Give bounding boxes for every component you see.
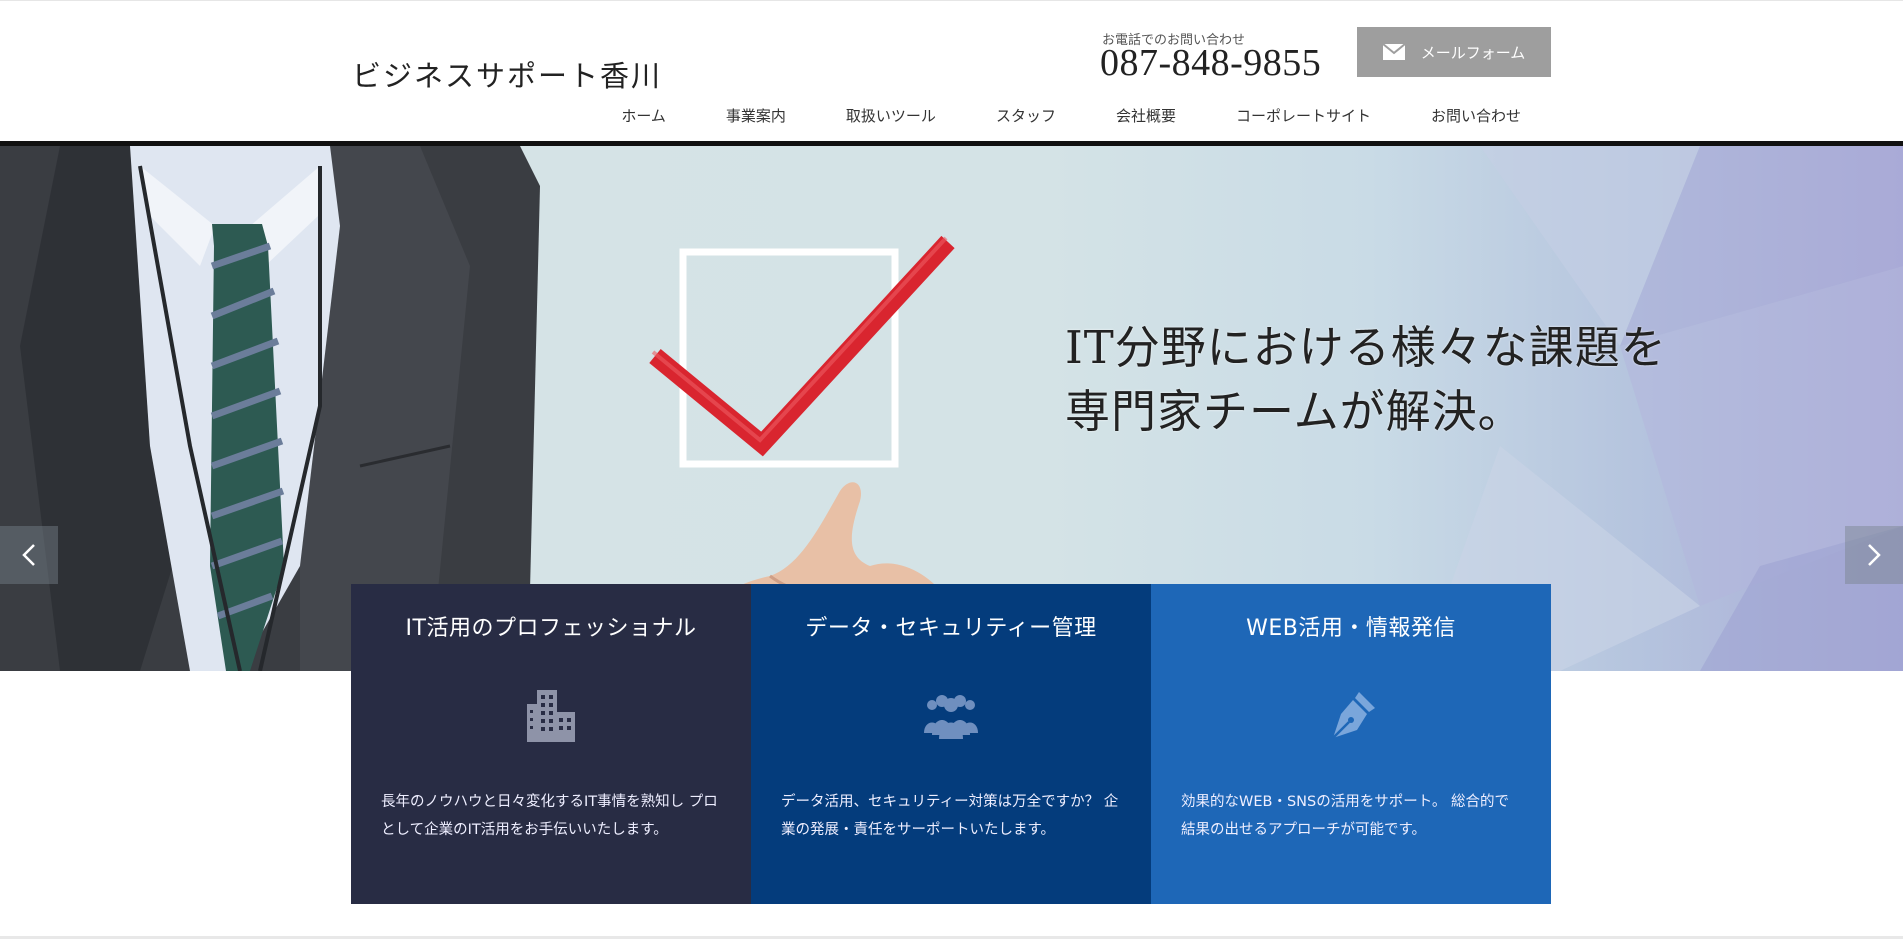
nav-staff[interactable]: スタッフ: [966, 105, 1086, 126]
nav-home[interactable]: ホーム: [621, 105, 696, 126]
feature-data-security[interactable]: データ・セキュリティー管理 データ活用、セキュリティー対策は万全ですか？ 企業の…: [751, 584, 1151, 904]
feature-title: WEB活用・情報発信: [1246, 616, 1456, 641]
chevron-right-icon: [1868, 544, 1881, 566]
mail-form-label: メールフォーム: [1420, 43, 1526, 62]
feature-text: 効果的なWEB・SNSの活用をサポート。 総合的で結果の出せるアプローチが可能で…: [1181, 794, 1510, 838]
main-nav: ホーム 事業案内 取扱いツール スタッフ 会社概要 コーポレートサイト お問い合…: [621, 105, 1551, 126]
feature-web-info[interactable]: WEB活用・情報発信 効果的なWEB・SNSの活用をサポート。 総合的で結果の出…: [1151, 584, 1551, 904]
hero-caption-line1: IT分野における様々な課題を: [1065, 321, 1667, 374]
mail-form-button[interactable]: メールフォーム: [1357, 27, 1551, 77]
feature-it-professional[interactable]: IT活用のプロフェッショナル 長年のノウハウと日々変化するIT事情を熟知し プロ…: [351, 584, 751, 904]
nav-tools[interactable]: 取扱いツール: [816, 105, 966, 126]
feature-title: データ・セキュリティー管理: [805, 616, 1097, 641]
nav-contact[interactable]: お問い合わせ: [1401, 105, 1551, 126]
chevron-left-icon: [22, 544, 35, 566]
slider-prev-button[interactable]: [0, 526, 58, 584]
nav-company[interactable]: 会社概要: [1086, 105, 1206, 126]
users-icon: [921, 688, 981, 744]
pen-icon: [1321, 688, 1381, 744]
envelope-icon: [1382, 44, 1405, 60]
feature-text: データ活用、セキュリティー対策は万全ですか？ 企業の発展・責任をサーポートいたし…: [781, 794, 1119, 838]
feature-title: IT活用のプロフェッショナル: [405, 616, 697, 641]
hero-caption: IT分野における様々な課題を 専門家チームが解決。: [1065, 316, 1667, 444]
slider-next-button[interactable]: [1845, 526, 1903, 584]
site-header: ビジネスサポート香川 お電話でのお問い合わせ 087-848-9855 メールフ…: [0, 0, 1903, 141]
nav-corporate-site[interactable]: コーポレートサイト: [1206, 105, 1401, 126]
feature-text: 長年のノウハウと日々変化するIT事情を熟知し プロとして企業のIT活用をお手伝い…: [381, 794, 718, 838]
tel-number[interactable]: 087-848-9855: [1100, 41, 1321, 85]
feature-boxes: IT活用のプロフェッショナル 長年のノウハウと日々変化するIT事情を熟知し プロ…: [351, 584, 1551, 904]
hero-caption-line2: 専門家チームが解決。: [1065, 385, 1524, 438]
nav-services[interactable]: 事業案内: [696, 105, 816, 126]
building-icon: [521, 688, 581, 744]
site-logo[interactable]: ビジネスサポート香川: [352, 53, 662, 95]
